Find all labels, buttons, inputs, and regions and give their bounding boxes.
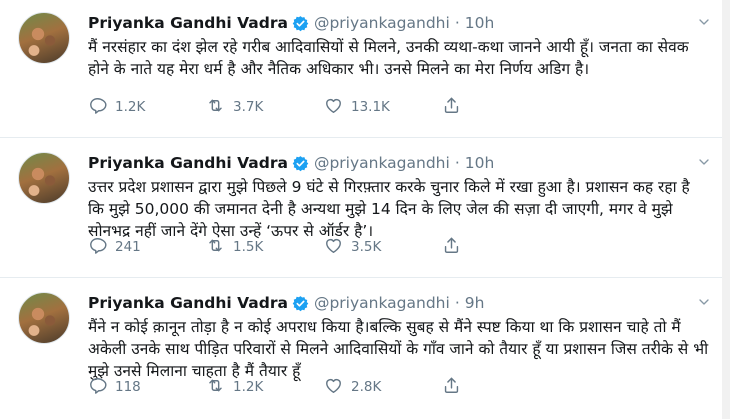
like-count: 13.1K — [351, 99, 390, 115]
share-button[interactable] — [442, 376, 469, 399]
like-icon — [324, 376, 351, 399]
share-button[interactable] — [442, 96, 469, 119]
retweet-button[interactable]: 1.2K — [206, 376, 324, 399]
tweet-text: मैं नरसंहार का दंश झेल रहे गरीब आदिवासिय… — [88, 38, 689, 78]
like-icon — [324, 96, 351, 119]
verified-badge-icon — [292, 155, 309, 172]
retweet-count: 1.2K — [233, 379, 264, 395]
tweet-actions: 241 1.5K 3.5K — [88, 236, 469, 258]
tweet-actions: 1.2K 3.7K 13.1K — [88, 96, 469, 118]
tweet-header: Priyanka Gandhi Vadra @priyankagandhi · … — [88, 152, 494, 174]
like-count: 3.5K — [351, 239, 382, 255]
chevron-down-icon[interactable] — [696, 14, 712, 30]
share-button[interactable] — [442, 236, 469, 259]
author-name[interactable]: Priyanka Gandhi Vadra — [88, 154, 288, 172]
tweet-header: Priyanka Gandhi Vadra @priyankagandhi · … — [88, 292, 484, 314]
verified-badge-icon — [292, 15, 309, 32]
like-button[interactable]: 2.8K — [324, 376, 442, 399]
chevron-down-icon[interactable] — [696, 294, 712, 310]
tweet-header: Priyanka Gandhi Vadra @priyankagandhi · … — [88, 12, 494, 34]
reply-icon — [88, 96, 115, 119]
reply-button[interactable]: 1.2K — [88, 96, 206, 119]
reply-icon — [88, 376, 115, 399]
timestamp[interactable]: 9h — [465, 294, 485, 312]
like-button[interactable]: 3.5K — [324, 236, 442, 259]
retweet-icon — [206, 236, 233, 259]
reply-button[interactable]: 241 — [88, 236, 206, 259]
timestamp[interactable]: 10h — [465, 154, 495, 172]
scrollbar[interactable] — [722, 0, 730, 419]
retweet-count: 1.5K — [233, 239, 264, 255]
reply-button[interactable]: 118 — [88, 376, 206, 399]
author-name[interactable]: Priyanka Gandhi Vadra — [88, 294, 288, 312]
avatar[interactable] — [18, 152, 70, 204]
share-icon — [442, 96, 469, 119]
retweet-button[interactable]: 1.5K — [206, 236, 324, 259]
avatar[interactable] — [18, 12, 70, 64]
reply-count: 118 — [115, 379, 141, 395]
like-icon — [324, 236, 351, 259]
share-icon — [442, 376, 469, 399]
tweet[interactable]: Priyanka Gandhi Vadra @priyankagandhi · … — [0, 140, 722, 278]
share-icon — [442, 236, 469, 259]
author-handle[interactable]: @priyankagandhi — [314, 14, 450, 32]
like-count: 2.8K — [351, 379, 382, 395]
tweet-text: मैंने न कोई क़ानून तोड़ा है न कोई अपराध … — [88, 318, 709, 380]
chevron-down-icon[interactable] — [696, 154, 712, 170]
author-name[interactable]: Priyanka Gandhi Vadra — [88, 14, 288, 32]
retweet-icon — [206, 96, 233, 119]
separator: · — [454, 154, 460, 172]
timestamp[interactable]: 10h — [465, 14, 495, 32]
tweet[interactable]: Priyanka Gandhi Vadra @priyankagandhi · … — [0, 0, 722, 138]
tweet-actions: 118 1.2K 2.8K — [88, 376, 469, 398]
verified-badge-icon — [292, 295, 309, 312]
separator: · — [454, 14, 460, 32]
reply-count: 1.2K — [115, 99, 146, 115]
reply-count: 241 — [115, 239, 141, 255]
avatar[interactable] — [18, 292, 70, 344]
tweet[interactable]: Priyanka Gandhi Vadra @priyankagandhi · … — [0, 280, 722, 418]
retweet-button[interactable]: 3.7K — [206, 96, 324, 119]
retweet-icon — [206, 376, 233, 399]
retweet-count: 3.7K — [233, 99, 264, 115]
reply-icon — [88, 236, 115, 259]
author-handle[interactable]: @priyankagandhi — [314, 294, 450, 312]
separator: · — [454, 294, 460, 312]
author-handle[interactable]: @priyankagandhi — [314, 154, 450, 172]
tweet-text: उत्तर प्रदेश प्रशासन द्वारा मुझे पिछले 9… — [88, 178, 690, 240]
like-button[interactable]: 13.1K — [324, 96, 442, 119]
